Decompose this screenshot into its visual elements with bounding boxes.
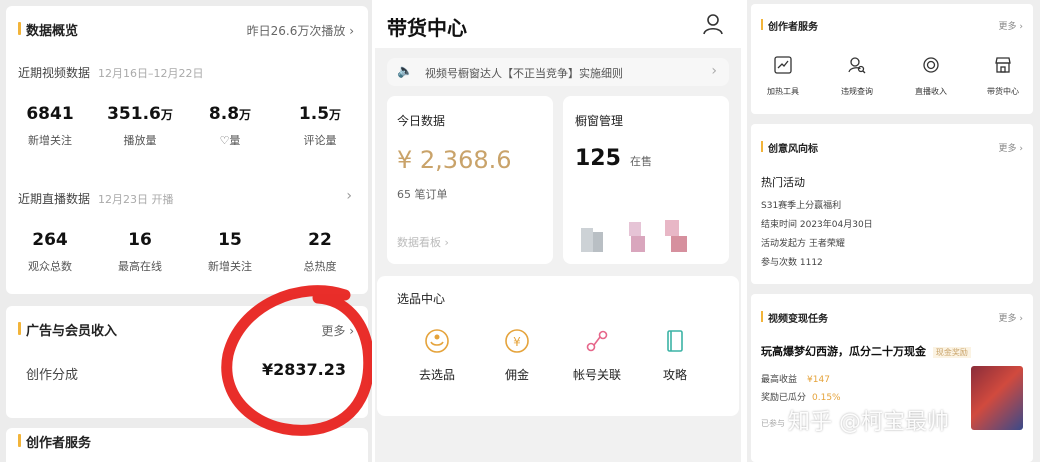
reward-ratio-row: 奖励已瓜分 0.15% — [761, 393, 841, 403]
today-title: 今日数据 — [397, 114, 446, 128]
selection-center-card: 选品中心 去选品 ¥ 佣金 帐号关联 攻略 — [377, 276, 739, 416]
account-link-icon — [586, 330, 608, 352]
creator-data-panel: 数据概览 昨日26.6万次播放 › 近期视频数据 12月16日–12月22日 68… — [0, 0, 372, 462]
services-card: 创作者服务 更多 › 加热工具 违规查询 直播收入 带货中心 — [751, 4, 1033, 114]
cash-reward-badge: 现金奖励 — [932, 347, 971, 358]
search-user-icon — [827, 56, 887, 78]
svg-text:¥: ¥ — [513, 335, 521, 349]
showcase-card[interactable]: 橱窗管理 125 在售 — [563, 96, 729, 264]
trends-heading: 热门活动 — [761, 176, 805, 189]
trend-line: S31赛季上分赢福利 — [761, 201, 842, 211]
trend-line: 参与次数 1112 — [761, 258, 823, 268]
select-product-icon — [425, 329, 449, 353]
services-title: 创作者服务 — [761, 18, 818, 33]
sales-center-button[interactable]: 带货中心 — [973, 56, 1033, 97]
today-orders: 65 笔订单 — [397, 188, 448, 201]
user-icon[interactable] — [701, 12, 725, 40]
tasks-title: 视频变现任务 — [761, 310, 828, 325]
speaker-icon: 🔈 — [397, 64, 414, 79]
game-thumbnail — [971, 366, 1023, 430]
selection-title: 选品中心 — [397, 292, 446, 306]
page-title: 带货中心 — [387, 16, 467, 40]
notice-text: 视频号橱窗达人【不正当竞争】实施细则 — [425, 67, 623, 80]
today-data-card[interactable]: 今日数据 ¥ 2,368.6 65 笔订单 数据看板 › — [387, 96, 553, 264]
data-board-link[interactable]: 数据看板 › — [397, 234, 449, 250]
showcase-title: 橱窗管理 — [575, 114, 624, 128]
sales-center-panel: 带货中心 🔈 视频号橱窗达人【不正当竞争】实施细则 › 今日数据 ¥ 2,368… — [375, 0, 741, 462]
creative-trends-card[interactable]: 创意风向标 更多 › 热门活动 S31赛季上分赢福利 结束时间 2023年04月… — [751, 124, 1033, 284]
task-heading: 玩高爆梦幻西游，瓜分二十万现金 现金奖励 — [761, 343, 971, 359]
trends-more-link[interactable]: 更多 › — [999, 141, 1023, 154]
notice-banner[interactable]: 🔈 视频号橱窗达人【不正当竞争】实施细则 › — [387, 58, 729, 86]
monetization-tasks-card[interactable]: 视频变现任务 更多 › 玩高爆梦幻西游，瓜分二十万现金 现金奖励 最高收益 ¥14… — [751, 294, 1033, 462]
product-thumbnails — [581, 214, 701, 254]
joined-text: 已参与 — [761, 419, 785, 428]
commission-button[interactable]: ¥ 佣金 — [487, 328, 547, 383]
trend-line: 活动发起方 王者荣耀 — [761, 239, 845, 249]
trends-title: 创意风向标 — [761, 140, 818, 155]
go-select-button[interactable]: 去选品 — [407, 328, 467, 383]
trend-line: 结束时间 2023年04月30日 — [761, 220, 873, 230]
chevron-right-icon: › — [711, 63, 717, 79]
guide-book-icon — [667, 330, 683, 352]
live-income-button[interactable]: 直播收入 — [901, 56, 961, 97]
shop-icon — [973, 56, 1033, 78]
commission-icon: ¥ — [505, 329, 529, 353]
max-income-row: 最高收益 ¥147 — [761, 375, 830, 385]
account-link-button[interactable]: 帐号关联 — [567, 328, 627, 383]
watermark-text: 知乎 @柯宝最帅 — [788, 410, 949, 435]
red-circle-annotation — [221, 285, 372, 436]
guide-button[interactable]: 攻略 — [645, 328, 705, 383]
showcase-count: 125 在售 — [575, 146, 653, 171]
live-income-icon — [901, 56, 961, 78]
creator-services-panel: 创作者服务 更多 › 加热工具 违规查询 直播收入 带货中心 创意风向标 更多 … — [747, 0, 1040, 462]
header-bar: 带货中心 — [375, 0, 741, 48]
violation-query-button[interactable]: 违规查询 — [827, 56, 887, 97]
boost-tool-button[interactable]: 加热工具 — [753, 56, 813, 97]
today-amount: ¥ 2,368.6 — [397, 146, 512, 174]
tasks-more-link[interactable]: 更多 › — [999, 311, 1023, 324]
services-more-link[interactable]: 更多 › — [999, 19, 1023, 32]
trend-chart-icon — [753, 56, 813, 78]
